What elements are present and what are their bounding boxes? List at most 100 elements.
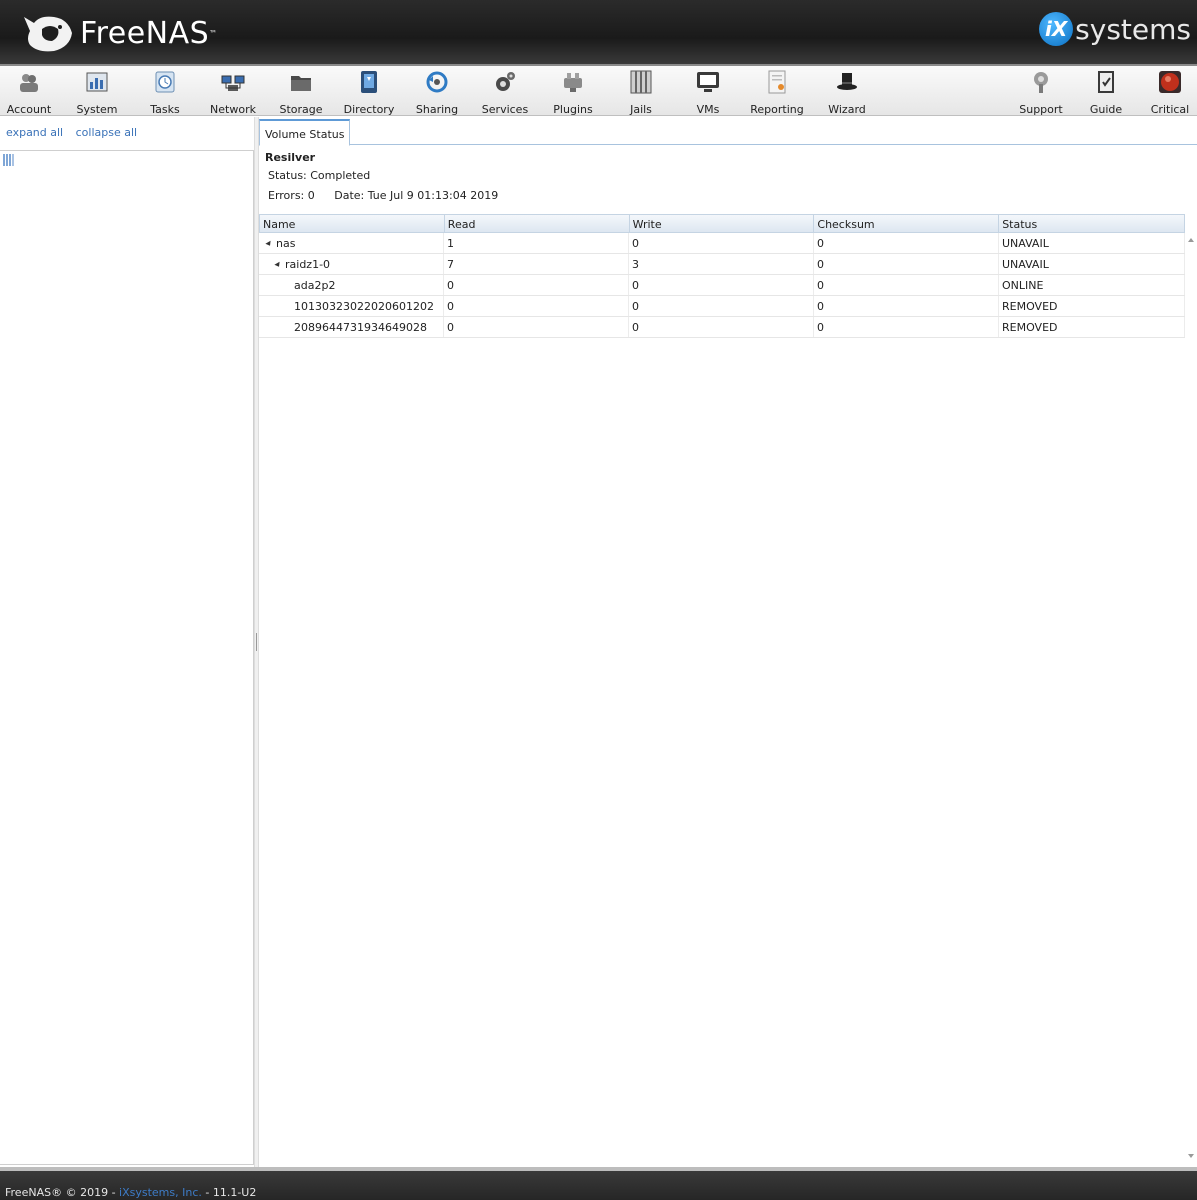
column-header-status[interactable]: Status	[999, 215, 1185, 232]
main-toolbar: Account System Tasks Network Storage Dir…	[0, 64, 1197, 116]
scroll-up-icon[interactable]	[1188, 238, 1194, 242]
column-header-write[interactable]: Write	[630, 215, 815, 232]
toolbar-system[interactable]: System	[64, 70, 130, 116]
toolbar-label: Services	[481, 103, 529, 116]
row-status: REMOVED	[999, 317, 1185, 337]
resilver-date: Date: Tue Jul 9 01:13:04 2019	[334, 189, 499, 202]
collapse-all-link[interactable]: collapse all	[76, 126, 137, 139]
toolbar-label: Support	[1019, 103, 1063, 116]
vendor-name: systems	[1075, 12, 1191, 46]
support-icon	[1034, 72, 1048, 93]
account-icon	[20, 74, 38, 92]
resilver-panel: Resilver Status: Completed Errors: 0 Dat…	[265, 151, 498, 202]
grid-header: Name Read Write Checksum Status	[259, 214, 1185, 233]
grid-scrollbar[interactable]	[1186, 214, 1197, 1164]
column-header-read[interactable]: Read	[445, 215, 630, 232]
system-icon	[86, 72, 108, 92]
tab-volume-status[interactable]: Volume Status	[259, 119, 351, 146]
table-row[interactable]: raidz1-0 7 3 0 UNAVAIL	[259, 254, 1185, 275]
toolbar-label: Sharing	[415, 103, 459, 116]
toolbar-label: VMs	[696, 103, 720, 116]
row-write: 0	[629, 317, 814, 337]
navigation-tree	[0, 150, 254, 1165]
row-read: 0	[444, 317, 629, 337]
wizard-icon	[837, 73, 857, 90]
app-header: FreeNAS ™ iX systems	[0, 0, 1197, 64]
tree-loading-icon	[3, 154, 14, 166]
collapse-toggle-icon[interactable]	[265, 240, 273, 248]
footer-copyright: FreeNAS® © 2019 -	[5, 1186, 120, 1199]
tab-bar: Volume Status	[259, 117, 1197, 146]
scroll-down-icon[interactable]	[1188, 1154, 1194, 1158]
toolbar-label: Jails	[630, 103, 652, 116]
toolbar-support[interactable]: Support	[1008, 70, 1074, 116]
left-navigation-pane: expand all collapse all	[0, 117, 256, 1167]
row-checksum: 0	[814, 254, 999, 274]
row-checksum: 0	[814, 275, 999, 295]
collapse-toggle-icon[interactable]	[274, 261, 282, 269]
toolbar-label: Reporting	[750, 103, 804, 116]
toolbar-sharing[interactable]: Sharing	[404, 70, 470, 116]
toolbar-services[interactable]: Services	[472, 70, 538, 116]
vms-icon	[697, 72, 719, 92]
row-write: 0	[629, 275, 814, 295]
row-read: 0	[444, 275, 629, 295]
toolbar-label: Wizard	[828, 103, 866, 116]
row-checksum: 0	[814, 317, 999, 337]
storage-icon	[291, 76, 311, 91]
toolbar-label: Storage	[279, 103, 323, 116]
row-status: UNAVAIL	[999, 233, 1185, 253]
guide-icon	[1098, 71, 1114, 93]
reporting-icon	[768, 70, 786, 94]
toolbar-vms[interactable]: VMs	[675, 70, 741, 116]
column-header-name[interactable]: Name	[260, 215, 445, 232]
footer-version: - 11.1-U2	[201, 1186, 257, 1199]
expand-all-link[interactable]: expand all	[6, 126, 63, 139]
ixsystems-logo[interactable]: iX systems	[1039, 12, 1191, 46]
column-header-checksum[interactable]: Checksum	[814, 215, 1000, 232]
toolbar-jails[interactable]: Jails	[608, 70, 674, 116]
toolbar-label: Guide	[1089, 103, 1123, 116]
table-row[interactable]: ada2p2 0 0 0 ONLINE	[259, 275, 1185, 296]
toolbar-network[interactable]: Network	[200, 70, 266, 116]
tasks-icon	[155, 71, 175, 93]
toolbar-reporting[interactable]: Reporting	[744, 70, 810, 116]
volume-status-grid: Name Read Write Checksum Status nas 1 0 …	[259, 214, 1185, 338]
table-row[interactable]: 10130323022020601202 0 0 0 REMOVED	[259, 296, 1185, 317]
toolbar-tasks[interactable]: Tasks	[132, 70, 198, 116]
row-read: 7	[444, 254, 629, 274]
freenas-logo[interactable]: FreeNAS ™	[20, 10, 217, 56]
toolbar-directory[interactable]: Directory	[336, 70, 402, 116]
table-row[interactable]: nas 1 0 0 UNAVAIL	[259, 233, 1185, 254]
toolbar-account[interactable]: Account	[0, 70, 62, 116]
toolbar-plugins[interactable]: Plugins	[540, 70, 606, 116]
brand-name: FreeNAS	[80, 15, 210, 51]
row-write: 0	[629, 233, 814, 253]
toolbar-critical[interactable]: Critical	[1137, 70, 1197, 116]
toolbar-label: Tasks	[150, 103, 180, 116]
toolbar-label: Network	[210, 103, 256, 116]
resilver-info: Errors: 0 Date: Tue Jul 9 01:13:04 2019	[268, 189, 498, 202]
resilver-errors: Errors: 0	[268, 189, 315, 202]
resilver-title: Resilver	[265, 151, 316, 164]
resilver-status: Status: Completed	[268, 169, 371, 182]
toolbar-label: Critical	[1150, 103, 1190, 116]
sharing-icon	[426, 71, 448, 93]
footer-company-link[interactable]: iXsystems, Inc.	[119, 1186, 202, 1199]
toolbar-label: Directory	[343, 103, 395, 116]
app-footer: FreeNAS® © 2019 - iXsystems, Inc. - 11.1…	[0, 1171, 1197, 1200]
network-icon	[221, 75, 245, 91]
plugins-icon	[564, 73, 582, 92]
table-row[interactable]: 2089644731934649028 0 0 0 REMOVED	[259, 317, 1185, 338]
toolbar-storage[interactable]: Storage	[268, 70, 334, 116]
ix-badge-icon: iX	[1039, 12, 1074, 46]
toolbar-guide[interactable]: Guide	[1073, 70, 1139, 116]
row-checksum: 0	[814, 296, 999, 316]
services-icon	[496, 72, 515, 91]
toolbar-label: Account	[6, 103, 52, 116]
row-name: 2089644731934649028	[259, 317, 444, 337]
toolbar-label: System	[76, 103, 118, 116]
row-status: REMOVED	[999, 296, 1185, 316]
toolbar-wizard[interactable]: Wizard	[814, 70, 880, 116]
row-read: 1	[444, 233, 629, 253]
